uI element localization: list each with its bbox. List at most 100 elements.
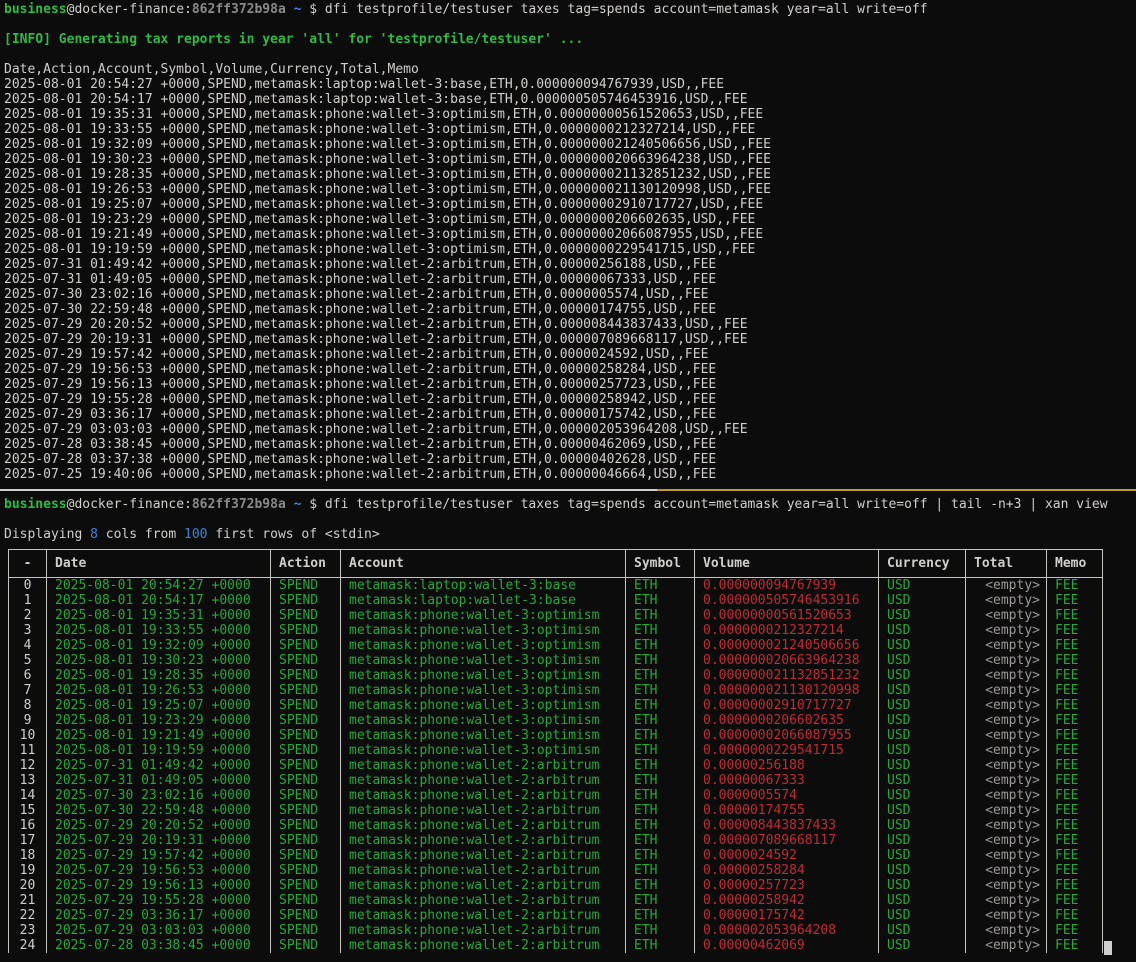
- status-rows-count: 100: [184, 527, 207, 542]
- table-cell: SPEND: [271, 698, 341, 713]
- table-cell: USD: [879, 788, 966, 803]
- table-cell: 0.000007089668117: [695, 833, 879, 848]
- table-cell: 2025-07-29 20:20:52 +0000: [47, 818, 271, 833]
- table-cell: SPEND: [271, 728, 341, 743]
- terminal-screen[interactable]: business@docker-finance:862ff372b98a ~ $…: [0, 0, 1136, 953]
- table-cell: USD: [879, 713, 966, 728]
- table-cell: USD: [879, 608, 966, 623]
- table-cell: metamask:phone:wallet-3:optimism: [341, 608, 626, 623]
- table-cell: ETH: [626, 713, 695, 728]
- table-cell: FEE: [1047, 623, 1103, 638]
- table-cell: 0.00000000561520653: [695, 608, 879, 623]
- table-cell: 0.0000000206602635: [695, 713, 879, 728]
- table-cell: SPEND: [271, 683, 341, 698]
- column-header: Total: [966, 550, 1047, 578]
- table-cell: 2: [9, 608, 47, 623]
- table-cell: USD: [879, 578, 966, 594]
- table-cell: USD: [879, 593, 966, 608]
- table-cell: USD: [879, 638, 966, 653]
- table-cell: 2025-08-01 19:21:49 +0000: [47, 728, 271, 743]
- table-cell: ETH: [626, 938, 695, 953]
- table-cell: <empty>: [966, 713, 1047, 728]
- csv-row: 2025-08-01 19:33:55 +0000,SPEND,metamask…: [0, 122, 1136, 137]
- table-cell: 2025-07-29 03:36:17 +0000: [47, 908, 271, 923]
- table-row: 112025-08-01 19:19:59 +0000SPENDmetamask…: [9, 743, 1103, 758]
- table-cell: USD: [879, 698, 966, 713]
- table-cell: 2025-08-01 19:25:07 +0000: [47, 698, 271, 713]
- table-cell: 2025-07-29 19:56:53 +0000: [47, 863, 271, 878]
- table-cell: metamask:phone:wallet-2:arbitrum: [341, 878, 626, 893]
- prompt-host: @docker-finance:: [67, 2, 192, 17]
- prompt-container-id: 862ff372b98a: [192, 2, 286, 17]
- status-text: Displaying: [4, 527, 90, 542]
- table-cell: FEE: [1047, 848, 1103, 863]
- xan-status-line: Displaying 8 cols from 100 first rows of…: [0, 527, 1136, 542]
- csv-header-line: Date,Action,Account,Symbol,Volume,Curren…: [0, 62, 1136, 77]
- table-cell: 0.000000094767939: [695, 578, 879, 594]
- table-cell: 7: [9, 683, 47, 698]
- table-cell: 2025-07-30 22:59:48 +0000: [47, 803, 271, 818]
- prompt-cwd: ~: [286, 2, 302, 17]
- table-cell: <empty>: [966, 908, 1047, 923]
- csv-row: 2025-07-29 03:36:17 +0000,SPEND,metamask…: [0, 407, 1136, 422]
- table-cell: 2025-07-29 20:19:31 +0000: [47, 833, 271, 848]
- table-cell: 15: [9, 803, 47, 818]
- table-cell: 6: [9, 668, 47, 683]
- csv-row: 2025-07-28 03:38:45 +0000,SPEND,metamask…: [0, 437, 1136, 452]
- table-cell: 2025-08-01 19:23:29 +0000: [47, 713, 271, 728]
- table-cell: 2025-07-29 19:56:13 +0000: [47, 878, 271, 893]
- csv-row: 2025-07-30 22:59:48 +0000,SPEND,metamask…: [0, 302, 1136, 317]
- table-cell: metamask:phone:wallet-3:optimism: [341, 698, 626, 713]
- table-cell: 0.00000258942: [695, 893, 879, 908]
- rule-white-segment: [0, 489, 657, 491]
- table-row: 162025-07-29 20:20:52 +0000SPENDmetamask…: [9, 818, 1103, 833]
- table-cell: ETH: [626, 653, 695, 668]
- table-cell: metamask:phone:wallet-2:arbitrum: [341, 938, 626, 953]
- prompt-host: @docker-finance:: [67, 497, 192, 512]
- table-cell: metamask:phone:wallet-2:arbitrum: [341, 773, 626, 788]
- status-text: cols from: [98, 527, 184, 542]
- table-cell: ETH: [626, 863, 695, 878]
- table-cell: FEE: [1047, 923, 1103, 938]
- table-cell: <empty>: [966, 758, 1047, 773]
- table-row: 12025-08-01 20:54:17 +0000SPENDmetamask:…: [9, 593, 1103, 608]
- table-cell: 0: [9, 578, 47, 594]
- table-cell: <empty>: [966, 833, 1047, 848]
- table-cell: <empty>: [966, 653, 1047, 668]
- command-1-text: dfi testprofile/testuser taxes tag=spend…: [325, 2, 928, 17]
- table-row: 72025-08-01 19:26:53 +0000SPENDmetamask:…: [9, 683, 1103, 698]
- prompt-container-id: 862ff372b98a: [192, 497, 286, 512]
- table-cell: 0.00000002910717727: [695, 698, 879, 713]
- table-cell: ETH: [626, 578, 695, 594]
- column-header: Action: [271, 550, 341, 578]
- table-cell: SPEND: [271, 938, 341, 953]
- table-cell: ETH: [626, 878, 695, 893]
- table-cell: FEE: [1047, 638, 1103, 653]
- table-cell: <empty>: [966, 683, 1047, 698]
- csv-row: 2025-07-29 19:56:13 +0000,SPEND,metamask…: [0, 377, 1136, 392]
- table-cell: 2025-07-30 23:02:16 +0000: [47, 788, 271, 803]
- table-cell: 1: [9, 593, 47, 608]
- table-cell: 0.0000005574: [695, 788, 879, 803]
- table-cell: FEE: [1047, 698, 1103, 713]
- csv-row: 2025-08-01 19:23:29 +0000,SPEND,metamask…: [0, 212, 1136, 227]
- table-cell: <empty>: [966, 638, 1047, 653]
- table-cell: <empty>: [966, 578, 1047, 594]
- csv-output: 2025-08-01 20:54:27 +0000,SPEND,metamask…: [0, 77, 1136, 482]
- table-cell: 2025-08-01 19:28:35 +0000: [47, 668, 271, 683]
- table-cell: USD: [879, 908, 966, 923]
- csv-row: 2025-07-29 19:57:42 +0000,SPEND,metamask…: [0, 347, 1136, 362]
- column-header: Currency: [879, 550, 966, 578]
- table-cell: USD: [879, 743, 966, 758]
- table-cell: 0.00000256188: [695, 758, 879, 773]
- prompt-dollar: $: [301, 497, 324, 512]
- table-cell: metamask:phone:wallet-3:optimism: [341, 623, 626, 638]
- table-cell: FEE: [1047, 938, 1103, 953]
- table-cell: USD: [879, 848, 966, 863]
- table-cell: FEE: [1047, 833, 1103, 848]
- table-cell: metamask:phone:wallet-3:optimism: [341, 653, 626, 668]
- info-message: [INFO] Generating tax reports in year 'a…: [0, 32, 1136, 47]
- table-cell: 0.000002053964208: [695, 923, 879, 938]
- table-cell: 18: [9, 848, 47, 863]
- table-header-row: -DateActionAccountSymbolVolumeCurrencyTo…: [9, 550, 1103, 578]
